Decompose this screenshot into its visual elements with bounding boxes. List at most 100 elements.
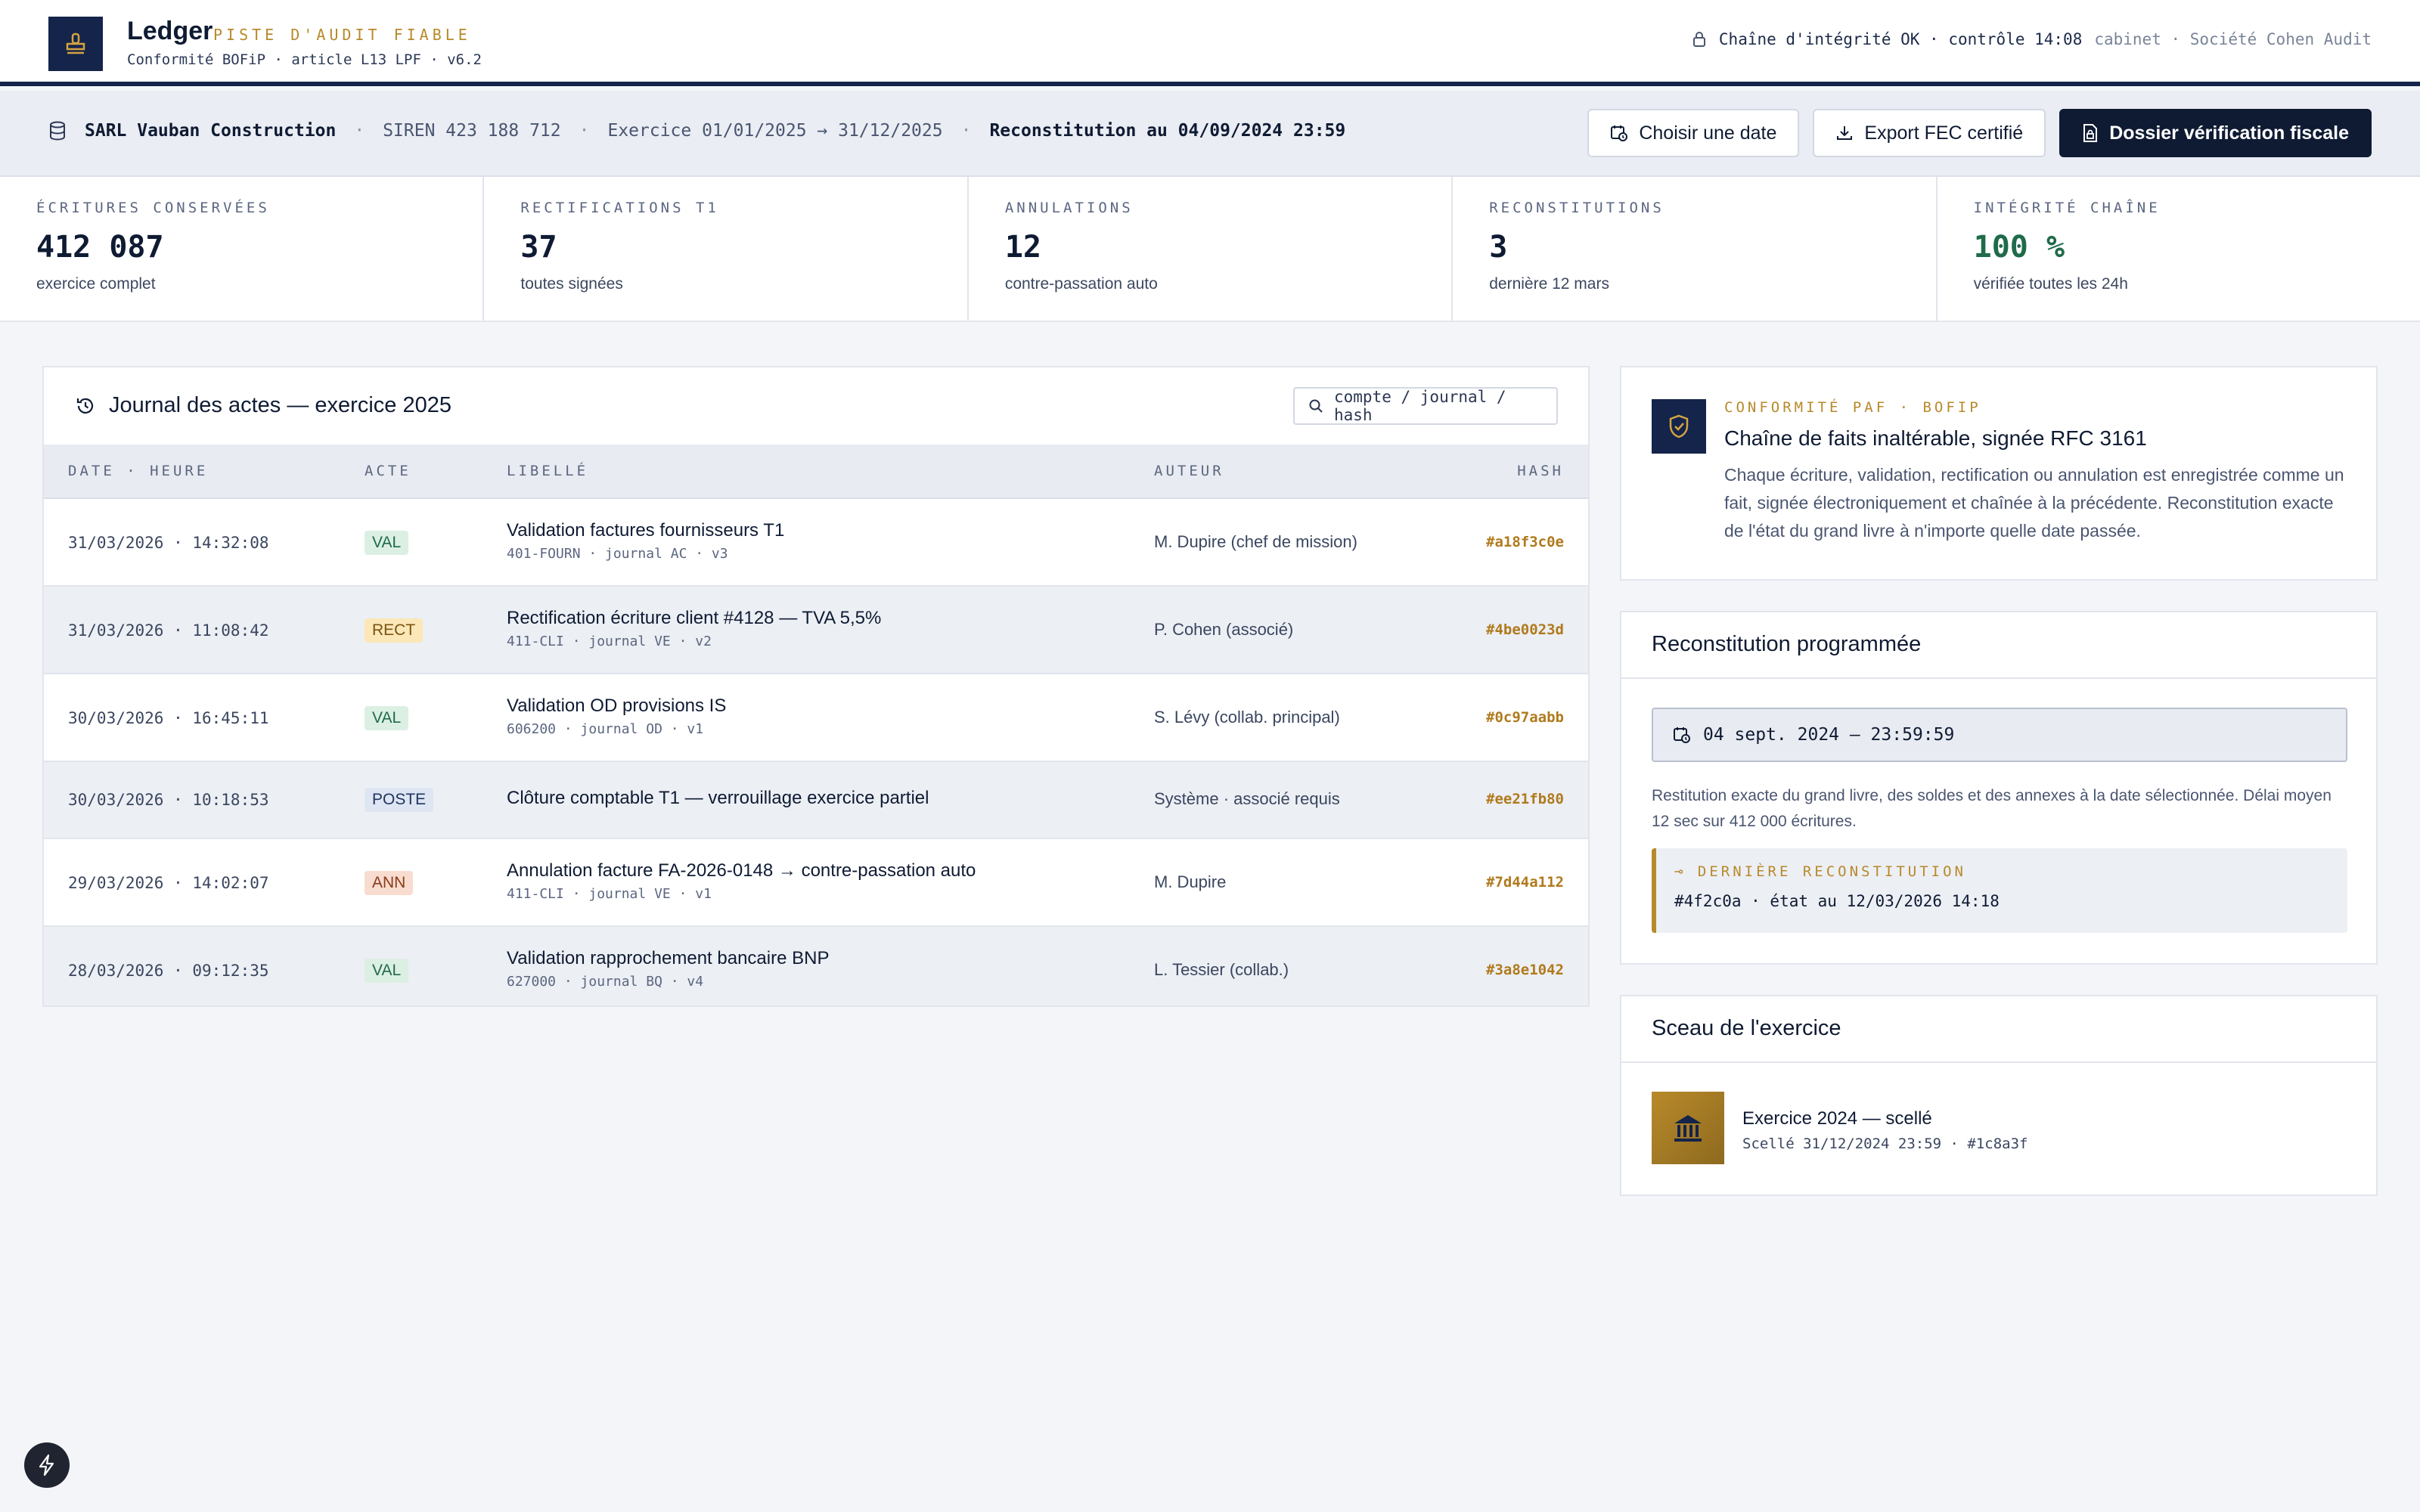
choose-date-button[interactable]: Choisir une date bbox=[1587, 109, 1800, 157]
history-icon bbox=[76, 396, 95, 416]
col-author[interactable]: AUTEUR bbox=[1154, 463, 1224, 479]
row-author: Système · associé requis bbox=[1154, 789, 1340, 808]
kpi-label: INTÉGRITÉ CHAÎNE bbox=[1973, 200, 2161, 216]
seal-item-title: Exercice 2024 — scellé bbox=[1742, 1108, 1932, 1129]
kpi-value: 100 % bbox=[1973, 230, 2065, 265]
reconstitution-text: Restitution exacte du grand livre, des s… bbox=[1652, 787, 2332, 830]
act-badge: VAL bbox=[365, 531, 409, 555]
brand-name: Ledger bbox=[127, 17, 213, 45]
kpi-value: 412 087 bbox=[36, 230, 164, 265]
seal-item-subtitle: Scellé 31/12/2024 23:59 · #1c8a3f bbox=[1742, 1136, 2028, 1152]
table-row[interactable]: 29/03/2026 · 14:02:07 ANN Annulation fac… bbox=[44, 839, 1588, 927]
shield-check-icon bbox=[1652, 399, 1706, 454]
file-lock-icon bbox=[2082, 123, 2099, 143]
kpi-chain-integrity: INTÉGRITÉ CHAÎNE 100 % vérifiée toutes l… bbox=[1938, 177, 2420, 321]
compliance-text: Chaque écriture, validation, rectificati… bbox=[1724, 465, 2344, 541]
row-hash[interactable]: #3a8e1042 bbox=[1486, 962, 1564, 978]
exercise-period: Exercice 01/01/2025 → 31/12/2025 bbox=[607, 121, 943, 141]
journal-panel: Journal des actes — exercice 2025 compte… bbox=[42, 366, 1590, 1007]
row-author: M. Dupire bbox=[1154, 872, 1227, 891]
kpi-label: ÉCRITURES CONSERVÉES bbox=[36, 200, 270, 216]
search-placeholder: compte / journal / hash bbox=[1334, 388, 1506, 424]
lock-icon bbox=[1692, 31, 1707, 48]
row-hash[interactable]: #a18f3c0e bbox=[1486, 534, 1564, 550]
col-hash[interactable]: HASH bbox=[1517, 463, 1564, 479]
row-author: M. Dupire (chef de mission) bbox=[1154, 532, 1357, 551]
last-reconstitution-label: ⊸ DERNIÈRE RECONSTITUTION bbox=[1674, 863, 1966, 880]
stamp-icon bbox=[48, 17, 103, 71]
download-icon bbox=[1835, 124, 1854, 142]
search-icon bbox=[1308, 398, 1323, 414]
col-act[interactable]: ACTE bbox=[365, 463, 411, 479]
brand-subtitle: Conformité BOFiP · article L13 LPF · v6.… bbox=[127, 51, 482, 68]
kpi-value: 12 bbox=[1004, 230, 1041, 265]
last-reconstitution-value: #4f2c0a · état au 12/03/2026 14:18 bbox=[1674, 892, 2000, 910]
firm-label: cabinet · Société Cohen Audit bbox=[2094, 30, 2372, 48]
table-row[interactable]: 28/03/2026 · 09:12:35 VAL Validation rap… bbox=[44, 927, 1588, 1005]
choose-date-label: Choisir une date bbox=[1639, 122, 1777, 144]
row-author: L. Tessier (collab.) bbox=[1154, 960, 1289, 979]
reconstitution-card: Reconstitution programmée 04 sept. 2024 … bbox=[1620, 611, 2378, 965]
act-badge: VAL bbox=[365, 706, 409, 730]
journal-search-input[interactable]: compte / journal / hash bbox=[1293, 387, 1558, 425]
tax-audit-button[interactable]: Dossier vérification fiscale bbox=[2059, 109, 2372, 157]
journal-title-text: Journal des actes — exercice 2025 bbox=[109, 393, 451, 417]
kpi-rectifications: RECTIFICATIONS T1 37 toutes signées bbox=[484, 177, 969, 321]
kpi-label: RECTIFICATIONS T1 bbox=[520, 200, 719, 216]
journal-title: Journal des actes — exercice 2025 bbox=[76, 393, 451, 418]
row-sublabel: 606200 · journal OD · v1 bbox=[507, 721, 704, 737]
company-name: SARL Vauban Construction bbox=[85, 121, 337, 141]
kpi-note: vérifiée toutes les 24h bbox=[1973, 275, 2128, 293]
context-bar: SARL Vauban Construction · SIREN 423 188… bbox=[0, 91, 2420, 177]
bolt-button[interactable] bbox=[24, 1442, 70, 1488]
brand-tagline: PISTE D'AUDIT FIABLE bbox=[213, 26, 471, 44]
kpi-note: toutes signées bbox=[520, 275, 623, 293]
bolt-icon bbox=[37, 1454, 57, 1476]
row-date: 30/03/2026 · 16:45:11 bbox=[68, 709, 269, 727]
reconstitution-date-value: 04 sept. 2024 — 23:59:59 bbox=[1703, 725, 1955, 745]
kpi-label: ANNULATIONS bbox=[1004, 200, 1134, 216]
row-hash[interactable]: #ee21fb80 bbox=[1486, 791, 1564, 807]
row-sublabel: 411-CLI · journal VE · v2 bbox=[507, 634, 712, 649]
row-label: Validation rapprochement bancaire BNP bbox=[507, 948, 830, 968]
kpi-value: 3 bbox=[1489, 230, 1508, 265]
kpi-reconstitutions: RECONSTITUTIONS 3 dernière 12 mars bbox=[1453, 177, 1938, 321]
last-reconstitution: ⊸ DERNIÈRE RECONSTITUTION #4f2c0a · état… bbox=[1652, 848, 2347, 933]
reconstitution-date: Reconstitution au 04/09/2024 23:59 bbox=[989, 121, 1346, 141]
kpi-strip: ÉCRITURES CONSERVÉES 412 087 exercice co… bbox=[0, 177, 2420, 322]
kpi-entries: ÉCRITURES CONSERVÉES 412 087 exercice co… bbox=[0, 177, 485, 321]
col-label[interactable]: LIBELLÉ bbox=[507, 463, 588, 479]
row-label: Annulation facture FA-2026-0148 → contre… bbox=[507, 860, 976, 881]
row-label: Validation OD provisions IS bbox=[507, 696, 727, 716]
calendar-clock-icon bbox=[1673, 726, 1691, 744]
top-header: Ledger PISTE D'AUDIT FIABLE Conformité B… bbox=[0, 0, 2420, 86]
header-status: Chaîne d'intégrité OK · contrôle 14:08 c… bbox=[1692, 30, 2372, 48]
compliance-tag: CONFORMITÉ PAF · BOFIP bbox=[1724, 399, 1981, 416]
act-badge: RECT bbox=[365, 618, 424, 643]
table-row[interactable]: 31/03/2026 · 11:08:42 RECT Rectification… bbox=[44, 587, 1588, 674]
row-date: 28/03/2026 · 09:12:35 bbox=[68, 962, 269, 980]
table-row[interactable]: 30/03/2026 · 10:18:53 POSTE Clôture comp… bbox=[44, 762, 1588, 839]
compliance-card: CONFORMITÉ PAF · BOFIP Chaîne de faits i… bbox=[1620, 366, 2378, 581]
compliance-title: Chaîne de faits inaltérable, signée RFC … bbox=[1724, 426, 2147, 450]
row-date: 30/03/2026 · 10:18:53 bbox=[68, 791, 269, 809]
row-label: Rectification écriture client #4128 — TV… bbox=[507, 608, 882, 628]
table-row[interactable]: 30/03/2026 · 16:45:11 VAL Validation OD … bbox=[44, 674, 1588, 762]
journal-column-headers: DATE · HEURE ACTE LIBELLÉ AUTEUR HASH bbox=[44, 445, 1588, 499]
reconstitution-date-field[interactable]: 04 sept. 2024 — 23:59:59 bbox=[1652, 708, 2347, 762]
kpi-value: 37 bbox=[520, 230, 557, 265]
kpi-note: contre-passation auto bbox=[1004, 275, 1158, 293]
row-hash[interactable]: #7d44a112 bbox=[1486, 874, 1564, 891]
context-info: SARL Vauban Construction · SIREN 423 188… bbox=[48, 121, 1345, 141]
row-author: S. Lévy (collab. principal) bbox=[1154, 708, 1340, 727]
tax-audit-label: Dossier vérification fiscale bbox=[2109, 122, 2349, 144]
row-sublabel: 401-FOURN · journal AC · v3 bbox=[507, 546, 728, 562]
export-fec-button[interactable]: Export FEC certifié bbox=[1813, 109, 2046, 157]
siren: SIREN 423 188 712 bbox=[383, 121, 561, 141]
row-hash[interactable]: #4be0023d bbox=[1486, 621, 1564, 638]
row-hash[interactable]: #0c97aabb bbox=[1486, 709, 1564, 726]
row-date: 29/03/2026 · 14:02:07 bbox=[68, 874, 269, 892]
kpi-note: dernière 12 mars bbox=[1489, 275, 1609, 293]
table-row[interactable]: 31/03/2026 · 14:32:08 VAL Validation fac… bbox=[44, 499, 1588, 587]
col-date[interactable]: DATE · HEURE bbox=[68, 463, 208, 479]
